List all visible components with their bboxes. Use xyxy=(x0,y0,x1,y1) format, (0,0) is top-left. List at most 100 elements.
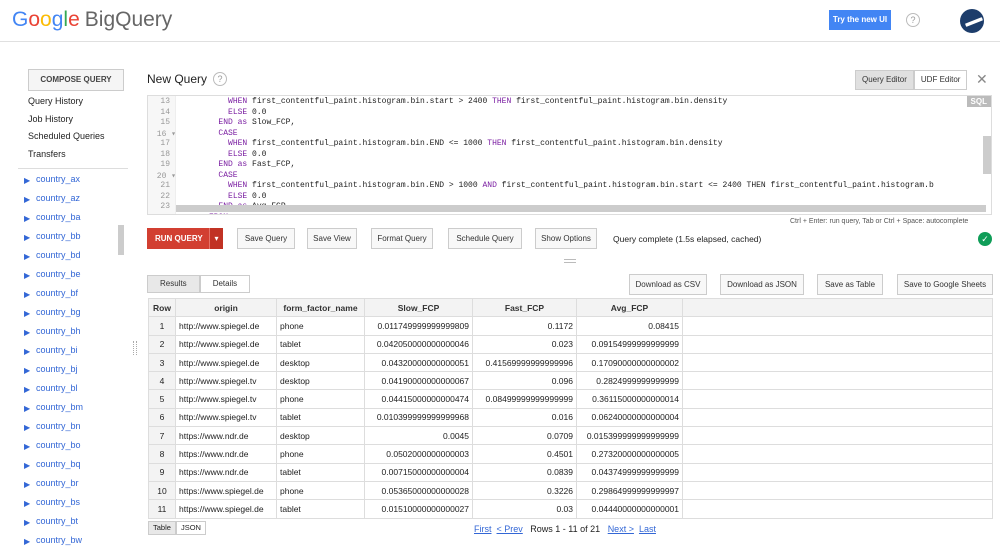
dataset-label: country_ax xyxy=(36,174,81,184)
caret-right-icon[interactable]: ▶ xyxy=(24,499,30,508)
caret-right-icon[interactable]: ▶ xyxy=(24,309,30,318)
first-page-link[interactable]: First xyxy=(474,524,492,534)
save-to-sheets-button[interactable]: Save to Google Sheets xyxy=(897,274,993,295)
table-cell: 0.05365000000000028 xyxy=(364,480,473,501)
dataset-item[interactable]: ▶ country_bq xyxy=(24,459,134,478)
dataset-item[interactable]: ▶ country_ax xyxy=(24,174,134,193)
save-as-table-button[interactable]: Save as Table xyxy=(817,274,883,295)
sidebar-scrollbar[interactable] xyxy=(118,225,124,255)
bigquery-logo[interactable]: Google BigQuery xyxy=(12,8,172,32)
dataset-item[interactable]: ▶ country_bt xyxy=(24,516,134,535)
table-cell: https://www.spiegel.de xyxy=(175,480,277,501)
caret-right-icon[interactable]: ▶ xyxy=(24,195,30,204)
dataset-item[interactable]: ▶ country_bg xyxy=(24,307,134,326)
nav-transfers[interactable]: Transfers xyxy=(28,149,105,167)
dataset-item[interactable]: ▶ country_az xyxy=(24,193,134,212)
code-line: WHEN first_contentful_paint.histogram.bi… xyxy=(228,181,934,190)
table-cell: 0.29864999999999997 xyxy=(576,480,683,501)
dataset-item[interactable]: ▶ country_bw xyxy=(24,535,134,554)
format-query-button[interactable]: Format Query xyxy=(371,228,433,249)
dataset-item[interactable]: ▶ country_bf xyxy=(24,288,134,307)
close-icon[interactable]: ✕ xyxy=(976,71,988,88)
help-icon[interactable]: ? xyxy=(906,13,920,27)
caret-right-icon[interactable]: ▶ xyxy=(24,537,30,546)
dataset-item[interactable]: ▶ country_bs xyxy=(24,497,134,516)
help-icon[interactable]: ? xyxy=(213,72,227,86)
dataset-item[interactable]: ▶ country_bm xyxy=(24,402,134,421)
download-json-button[interactable]: Download as JSON xyxy=(720,274,804,295)
dataset-item[interactable]: ▶ country_bj xyxy=(24,364,134,383)
table-row: 9 https://www.ndr.de tablet 0.0071500000000… xyxy=(148,462,993,482)
prev-page-link[interactable]: < Prev xyxy=(497,524,523,534)
table-cell: phone xyxy=(276,444,365,464)
panel-resize-handle[interactable] xyxy=(564,259,576,263)
nav-scheduled-queries[interactable]: Scheduled Queries xyxy=(28,131,105,149)
table-cell: 0.1172 xyxy=(472,316,577,336)
table-cell: http://www.spiegel.de xyxy=(175,334,277,354)
caret-right-icon[interactable]: ▶ xyxy=(24,423,30,432)
table-row: 8 https://www.ndr.de phone 0.05020000000000… xyxy=(148,444,993,464)
caret-right-icon[interactable]: ▶ xyxy=(24,328,30,337)
dataset-item[interactable]: ▶ country_bn xyxy=(24,421,134,440)
dataset-item[interactable]: ▶ country_bh xyxy=(24,326,134,345)
tab-results[interactable]: Results xyxy=(147,275,200,293)
caret-right-icon[interactable]: ▶ xyxy=(24,233,30,242)
caret-right-icon[interactable]: ▶ xyxy=(24,480,30,489)
table-row: 5 http://www.spiegel.tv phone 0.04415000000… xyxy=(148,389,993,409)
avatar[interactable] xyxy=(960,9,984,33)
sql-editor[interactable]: 13 14 15 16 ▾ 17 18 19 20 ▾ 21 22 23 WHEN first_co… xyxy=(147,95,992,215)
compose-query-button[interactable]: COMPOSE QUERY xyxy=(28,69,124,91)
dataset-label: country_ba xyxy=(36,212,81,222)
line-gutter: 13 14 15 16 ▾ 17 18 19 20 ▾ 21 22 23 xyxy=(148,96,176,214)
dataset-item[interactable]: ▶ country_bi xyxy=(24,345,134,364)
caret-right-icon[interactable]: ▶ xyxy=(24,252,30,261)
caret-right-icon[interactable]: ▶ xyxy=(24,214,30,223)
try-new-ui-button[interactable]: Try the new UI xyxy=(829,10,891,30)
dataset-item[interactable]: ▶ country_be xyxy=(24,269,134,288)
tab-query-editor[interactable]: Query Editor xyxy=(855,70,914,90)
page-title-text: New Query xyxy=(147,72,208,86)
dataset-item[interactable]: ▶ country_br xyxy=(24,478,134,497)
save-view-button[interactable]: Save View xyxy=(307,228,357,249)
dataset-label: country_bj xyxy=(36,364,78,374)
nav-job-history[interactable]: Job History xyxy=(28,114,105,132)
tab-json[interactable]: JSON xyxy=(175,521,206,535)
caret-right-icon[interactable]: ▶ xyxy=(24,347,30,356)
dataset-item[interactable]: ▶ country_bo xyxy=(24,440,134,459)
caret-right-icon[interactable]: ▶ xyxy=(24,385,30,394)
table-cell: 0.096 xyxy=(472,371,577,391)
sidebar-resize-handle[interactable] xyxy=(133,341,137,355)
code-line: WHEN first_contentful_paint.histogram.bi… xyxy=(228,97,728,106)
dataset-label: country_bo xyxy=(36,440,81,450)
dataset-item[interactable]: ▶ country_bl xyxy=(24,383,134,402)
dataset-label: country_bb xyxy=(36,231,81,241)
save-query-button[interactable]: Save Query xyxy=(237,228,295,249)
download-csv-button[interactable]: Download as CSV xyxy=(629,274,707,295)
table-cell: http://www.spiegel.tv xyxy=(175,389,277,409)
last-page-link[interactable]: Last xyxy=(639,524,656,534)
table-cell: 0.04190000000000067 xyxy=(364,371,473,391)
nav-query-history[interactable]: Query History xyxy=(28,96,105,114)
editor-horizontal-scrollbar[interactable] xyxy=(176,205,986,212)
schedule-query-button[interactable]: Schedule Query xyxy=(448,228,522,249)
caret-right-icon[interactable]: ▶ xyxy=(24,176,30,185)
show-options-button[interactable]: Show Options xyxy=(535,228,597,249)
caret-right-icon[interactable]: ▶ xyxy=(24,404,30,413)
caret-right-icon[interactable]: ▶ xyxy=(24,271,30,280)
table-cell: tablet xyxy=(276,499,365,519)
tab-details[interactable]: Details xyxy=(199,275,251,293)
keyboard-hint: Ctrl + Enter: run query, Tab or Ctrl + S… xyxy=(790,218,969,225)
caret-right-icon[interactable]: ▶ xyxy=(24,442,30,451)
table-filler-cell xyxy=(682,334,993,354)
caret-right-icon[interactable]: ▶ xyxy=(24,290,30,299)
caret-right-icon[interactable]: ▶ xyxy=(24,461,30,470)
caret-right-icon[interactable]: ▶ xyxy=(24,518,30,527)
table-cell: 0.042050000000000046 xyxy=(364,334,473,354)
table-cell: 3 xyxy=(148,352,176,373)
next-page-link[interactable]: Next > xyxy=(608,524,634,534)
caret-right-icon[interactable]: ▶ xyxy=(24,366,30,375)
tab-udf-editor[interactable]: UDF Editor xyxy=(913,70,968,90)
run-options-dropdown[interactable]: ▾ xyxy=(209,228,223,249)
editor-vertical-scrollbar[interactable] xyxy=(983,136,991,174)
tab-table[interactable]: Table xyxy=(148,521,176,535)
